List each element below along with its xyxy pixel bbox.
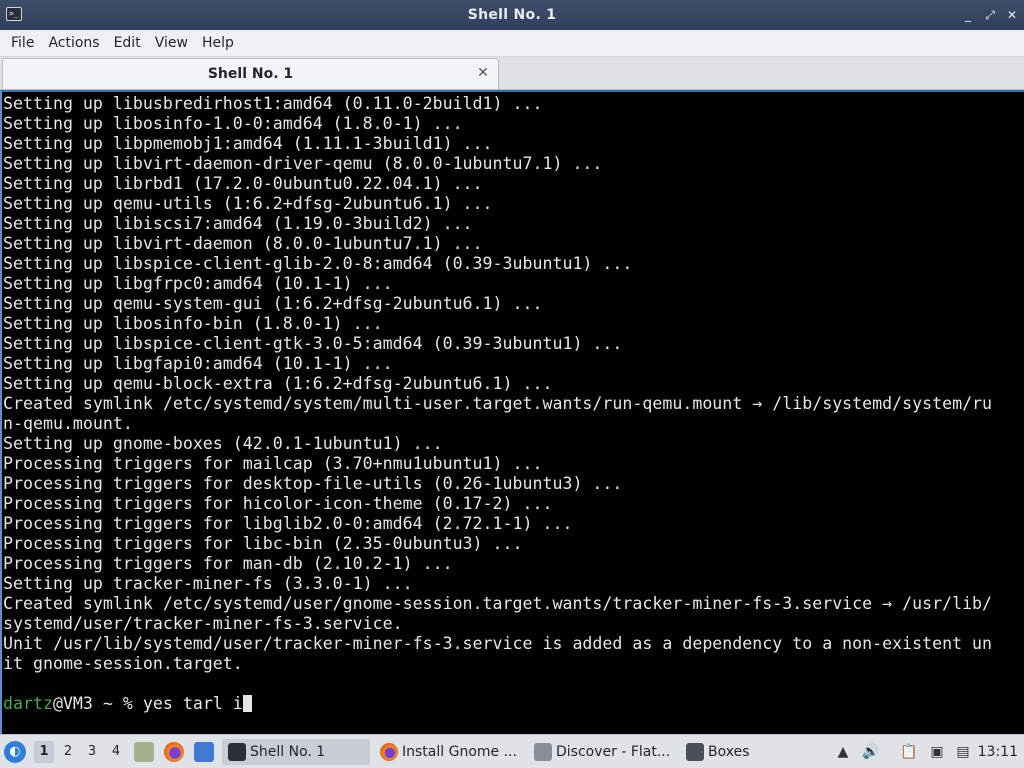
prompt-user: dartz: [3, 694, 53, 713]
menu-bar: File Actions Edit View Help: [0, 30, 1024, 57]
terminal-scrollbar[interactable]: [1012, 92, 1024, 734]
workspace-4[interactable]: 4: [106, 741, 126, 763]
title-bar[interactable]: >_ Shell No. 1 _ ⤢ ✕: [0, 0, 1024, 30]
task-label: Boxes: [708, 744, 750, 760]
task-firefox[interactable]: Install Gnome ...: [374, 739, 524, 765]
menu-actions[interactable]: Actions: [41, 30, 106, 57]
network-icon[interactable]: ▣: [928, 743, 946, 761]
terminal-view[interactable]: Setting up libusbredirhost1:amd64 (0.11.…: [0, 90, 1024, 734]
terminal-line: systemd/user/tracker-miner-fs-3.service.: [3, 614, 403, 633]
workspace-2[interactable]: 2: [58, 741, 78, 763]
boxes-icon: [686, 743, 704, 761]
prompt-line[interactable]: dartz@VM3 ~ % yes tarl i: [3, 694, 1004, 714]
show-desktop-icon[interactable]: [194, 742, 214, 762]
window-title: Shell No. 1: [467, 7, 557, 23]
terminal-line: Setting up libosinfo-1.0-0:amd64 (1.8.0-…: [3, 114, 463, 133]
terminal-line: Processing triggers for mailcap (3.70+nm…: [3, 454, 543, 473]
terminal-line: Setting up tracker-miner-fs (3.3.0-1) ..…: [3, 574, 413, 593]
task-boxes[interactable]: Boxes: [680, 739, 828, 765]
terminal-line: Created symlink /etc/systemd/system/mult…: [3, 394, 993, 413]
terminal-line: Setting up qemu-system-gui (1:6.2+dfsg-2…: [3, 294, 543, 313]
terminal-line: Processing triggers for hicolor-icon-the…: [3, 494, 553, 513]
taskbar: ◐ 1 2 3 4 Shell No. 1 Install Gnome ... …: [0, 734, 1024, 768]
task-label: Shell No. 1: [250, 744, 326, 760]
close-button[interactable]: ✕: [1006, 9, 1018, 21]
firefox-launcher-icon[interactable]: [164, 742, 184, 762]
terminal-line: Setting up gnome-boxes (42.0.1-1ubuntu1)…: [3, 434, 443, 453]
firefox-icon: [380, 743, 398, 761]
menu-edit[interactable]: Edit: [107, 30, 148, 57]
terminal-icon: [228, 743, 246, 761]
terminal-line: Setting up qemu-utils (1:6.2+dfsg-2ubunt…: [3, 194, 493, 213]
terminal-output: Setting up libusbredirhost1:amd64 (0.11.…: [3, 94, 1004, 714]
terminal-line: Processing triggers for libglib2.0-0:amd…: [3, 514, 573, 533]
tab-bar: Shell No. 1 ✕: [0, 57, 1024, 90]
task-label: Install Gnome ...: [402, 744, 517, 760]
menu-view[interactable]: View: [148, 30, 195, 57]
minimize-button[interactable]: _: [962, 9, 974, 21]
window-controls: _ ⤢ ✕: [962, 0, 1018, 30]
terminal-line: n-qemu.mount.: [3, 414, 133, 433]
terminal-line: Setting up libvirt-daemon-driver-qemu (8…: [3, 154, 603, 173]
volume-icon[interactable]: 🔊: [862, 743, 880, 761]
discover-icon: [534, 743, 552, 761]
display-icon[interactable]: ▤: [954, 743, 972, 761]
tab-label: Shell No. 1: [207, 66, 294, 82]
task-discover[interactable]: Discover - Flat...: [528, 739, 676, 765]
terminal-line: Setting up libvirt-daemon (8.0.0-1ubuntu…: [3, 234, 483, 253]
tab-shell-1[interactable]: Shell No. 1 ✕: [2, 58, 499, 89]
clock: 13:11: [977, 744, 1018, 760]
terminal-line: Processing triggers for libc-bin (2.35-0…: [3, 534, 523, 553]
tab-close-icon[interactable]: ✕: [476, 66, 490, 80]
command-input[interactable]: yes tarl i: [143, 694, 243, 713]
text-cursor: [242, 695, 252, 712]
task-shell[interactable]: Shell No. 1: [222, 739, 370, 765]
workspace-3[interactable]: 3: [82, 741, 102, 763]
updates-icon[interactable]: ▲: [834, 743, 852, 761]
terminal-line: Setting up libosinfo-bin (1.8.0-1) ...: [3, 314, 383, 333]
start-menu-icon[interactable]: ◐: [4, 741, 26, 763]
terminal-line: Setting up libpmemobj1:amd64 (1.11.1-3bu…: [3, 134, 493, 153]
terminal-line: Processing triggers for desktop-file-uti…: [3, 474, 623, 493]
terminal-line: Setting up libgfapi0:amd64 (10.1-1) ...: [3, 354, 393, 373]
menu-help[interactable]: Help: [195, 30, 241, 57]
task-label: Discover - Flat...: [556, 744, 671, 760]
terminal-line: Setting up libusbredirhost1:amd64 (0.11.…: [3, 94, 543, 113]
prompt-host: @VM3 ~ %: [52, 694, 143, 713]
terminal-line: Created symlink /etc/systemd/user/gnome-…: [3, 594, 993, 613]
terminal-line: Setting up qemu-block-extra (1:6.2+dfsg-…: [3, 374, 553, 393]
terminal-line: Unit /usr/lib/systemd/user/tracker-miner…: [3, 634, 993, 653]
menu-file[interactable]: File: [4, 30, 41, 57]
maximize-button[interactable]: ⤢: [984, 9, 996, 21]
terminal-line: Processing triggers for man-db (2.10.2-1…: [3, 554, 453, 573]
terminal-line: it gnome-session.target.: [3, 654, 243, 673]
workspace-1[interactable]: 1: [34, 741, 54, 763]
terminal-line: Setting up libspice-client-glib-2.0-8:am…: [3, 254, 633, 273]
terminal-line: Setting up librbd1 (17.2.0-0ubuntu0.22.0…: [3, 174, 483, 193]
terminal-line: Setting up libiscsi7:amd64 (1.19.0-3buil…: [3, 214, 473, 233]
clipboard-icon[interactable]: 📋: [900, 743, 918, 761]
terminal-line: Setting up libspice-client-gtk-3.0-5:amd…: [3, 334, 623, 353]
file-manager-icon[interactable]: [134, 742, 154, 762]
terminal-line: Setting up libgfrpc0:amd64 (10.1-1) ...: [3, 274, 393, 293]
